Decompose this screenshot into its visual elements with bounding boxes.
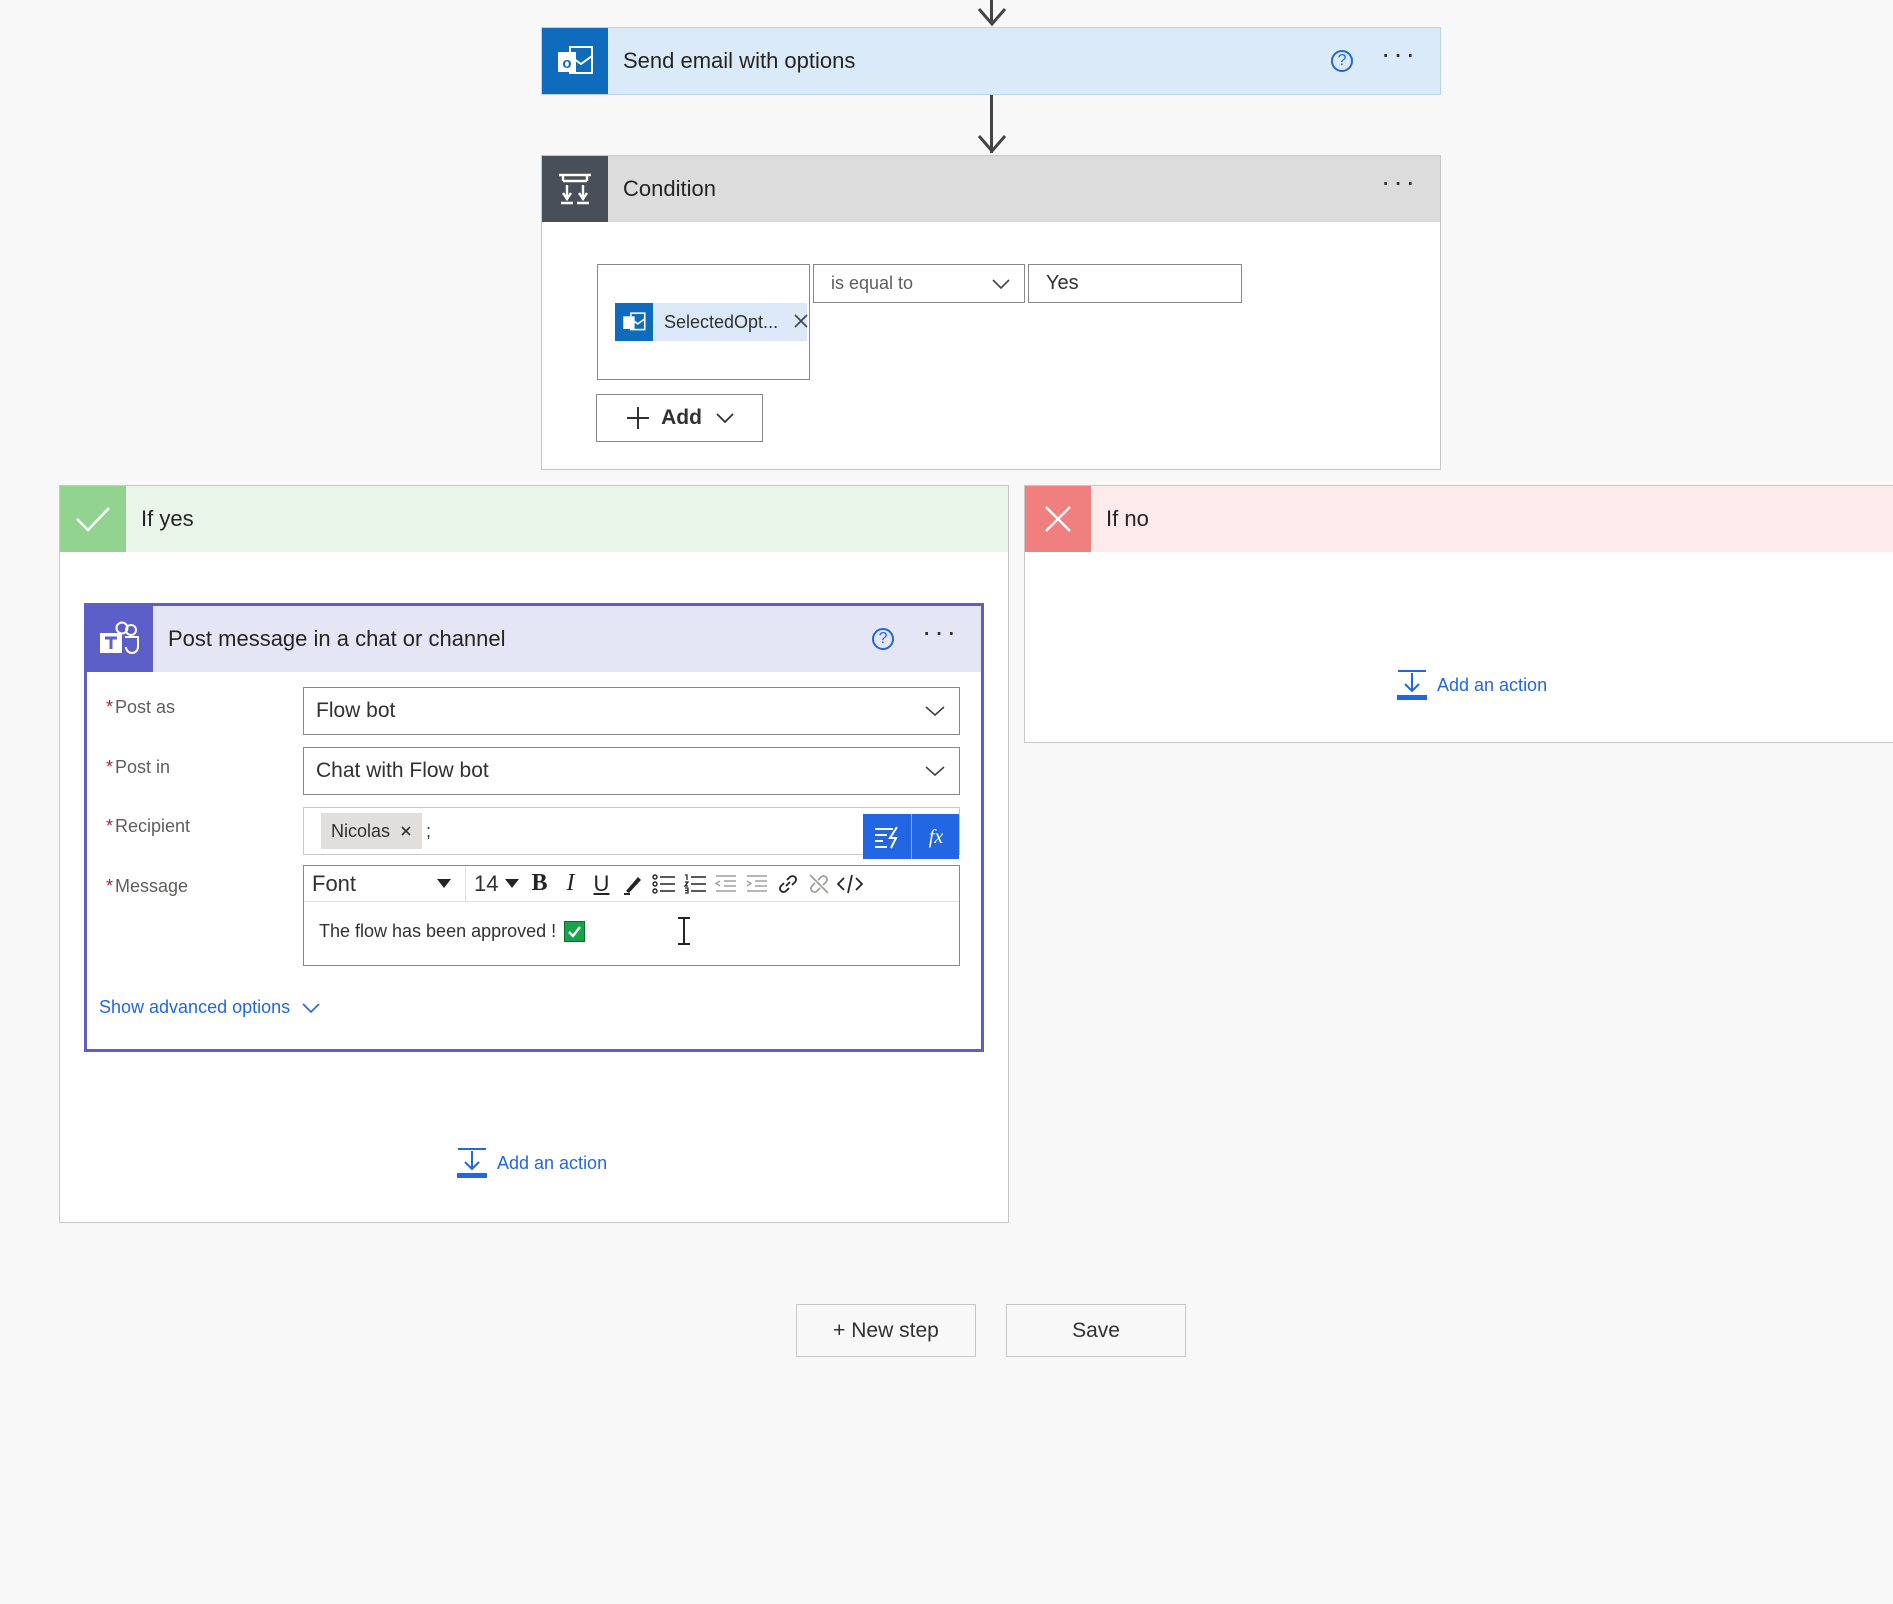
bold-icon[interactable]: B xyxy=(524,866,555,902)
condition-header[interactable]: Condition ··· xyxy=(542,156,1440,222)
if-no-header[interactable]: If no xyxy=(1025,486,1893,552)
post-as-label: * Post as xyxy=(106,697,176,717)
teams-action-header[interactable]: Post message in a chat or channel ? ··· xyxy=(87,606,981,672)
condition-value: Yes xyxy=(1046,272,1079,294)
message-body[interactable]: The flow has been approved ! xyxy=(319,921,586,942)
post-in-dropdown[interactable]: Chat with Flow bot xyxy=(303,747,960,795)
more-options-icon[interactable]: ··· xyxy=(1381,168,1418,201)
send-email-title: Send email with options xyxy=(623,48,856,73)
more-options-icon[interactable]: ··· xyxy=(1381,40,1418,73)
if-no-branch: If no Add an action xyxy=(1024,485,1893,743)
italic-icon[interactable]: I xyxy=(555,866,586,902)
if-no-title: If no xyxy=(1106,506,1149,531)
check-mark-emoji xyxy=(564,921,586,942)
code-view-icon[interactable] xyxy=(834,866,865,902)
post-in-value: Chat with Flow bot xyxy=(316,759,489,782)
message-label: * Message xyxy=(106,876,189,896)
close-icon[interactable] xyxy=(793,313,809,329)
text-cursor-icon xyxy=(678,917,690,945)
unlink-icon[interactable] xyxy=(803,866,834,902)
highlight-icon[interactable] xyxy=(617,866,648,902)
arrow-down-icon xyxy=(977,8,1007,27)
chevron-down-icon xyxy=(716,413,734,424)
if-yes-branch: If yes Post message in a chat or channel… xyxy=(59,485,1009,1223)
expression-button[interactable]: fx xyxy=(911,814,959,859)
help-icon[interactable]: ? xyxy=(872,628,895,650)
chevron-down-icon xyxy=(302,1002,320,1013)
arrow-down-icon xyxy=(977,135,1007,154)
caret-down-icon xyxy=(505,878,520,888)
if-yes-header[interactable]: If yes xyxy=(60,486,1008,552)
help-icon[interactable]: ? xyxy=(1331,50,1354,72)
bulleted-list-icon[interactable] xyxy=(648,866,679,902)
condition-left-operand[interactable]: SelectedOpt... xyxy=(597,264,810,380)
chevron-down-icon xyxy=(992,278,1010,289)
caret-down-icon xyxy=(437,878,451,888)
close-icon xyxy=(1025,486,1091,552)
post-as-value: Flow bot xyxy=(316,699,396,722)
recipient-separator: ; xyxy=(426,820,432,841)
condition-icon xyxy=(542,156,608,222)
outlook-icon xyxy=(615,303,653,341)
condition-right-operand[interactable]: Yes xyxy=(1028,264,1242,303)
close-icon[interactable] xyxy=(400,825,412,837)
increase-indent-icon[interactable] xyxy=(741,866,772,902)
teams-icon xyxy=(87,606,153,672)
add-action-icon xyxy=(457,1148,487,1178)
recipient-label: * Recipient xyxy=(106,816,191,836)
numbered-list-icon[interactable] xyxy=(679,866,710,902)
new-step-button[interactable]: + New step xyxy=(796,1304,976,1357)
teams-action-title: Post message in a chat or channel xyxy=(168,626,506,651)
teams-action-card: Post message in a chat or channel ? ··· … xyxy=(84,603,984,1052)
plus-icon xyxy=(627,407,650,429)
svg-text:fx: fx xyxy=(928,826,943,848)
recipient-chip[interactable]: Nicolas xyxy=(321,813,423,849)
show-advanced-options[interactable]: Show advanced options xyxy=(99,997,320,1018)
token-label: SelectedOpt... xyxy=(664,311,779,332)
if-yes-add-action[interactable]: Add an action xyxy=(457,1147,607,1179)
font-family-select[interactable]: Font xyxy=(304,865,466,902)
condition-add-button[interactable]: Add xyxy=(596,394,763,442)
more-options-icon[interactable]: ··· xyxy=(922,618,959,651)
operator-value: is equal to xyxy=(831,273,914,293)
send-email-card[interactable]: o Send email with options ? ··· xyxy=(541,27,1441,95)
add-action-icon xyxy=(1397,670,1427,700)
svg-text:o: o xyxy=(562,55,571,72)
fx-icon: fx xyxy=(928,826,943,848)
chevron-down-icon xyxy=(925,706,945,717)
recipient-input[interactable]: Nicolas ; xyxy=(303,807,960,855)
if-no-add-action[interactable]: Add an action xyxy=(1397,669,1547,701)
dynamic-content-button[interactable] xyxy=(863,814,911,859)
condition-card: Condition ··· SelectedOpt... is equal to… xyxy=(541,155,1441,470)
post-in-label: * Post in xyxy=(106,757,171,777)
dynamic-token[interactable]: SelectedOpt... xyxy=(615,303,807,341)
add-label: Add xyxy=(661,406,702,429)
post-as-dropdown[interactable]: Flow bot xyxy=(303,687,960,735)
decrease-indent-icon[interactable] xyxy=(710,866,741,902)
outlook-icon: o xyxy=(542,28,608,94)
message-text: The flow has been approved ! xyxy=(319,921,557,941)
check-icon xyxy=(60,486,126,552)
dynamic-content-icon xyxy=(875,825,898,848)
font-size-select[interactable]: 14 xyxy=(466,866,524,902)
condition-title: Condition xyxy=(623,176,716,201)
message-editor[interactable]: Font 14 B I U The flow has been approved… xyxy=(303,865,960,966)
if-yes-title: If yes xyxy=(141,506,194,531)
underline-icon[interactable]: U xyxy=(586,866,617,902)
condition-operator-dropdown[interactable]: is equal to xyxy=(813,264,1025,303)
link-icon[interactable] xyxy=(772,866,803,902)
save-button[interactable]: Save xyxy=(1006,1304,1186,1357)
editor-toolbar: Font 14 B I U xyxy=(304,865,959,902)
chevron-down-icon xyxy=(925,766,945,777)
